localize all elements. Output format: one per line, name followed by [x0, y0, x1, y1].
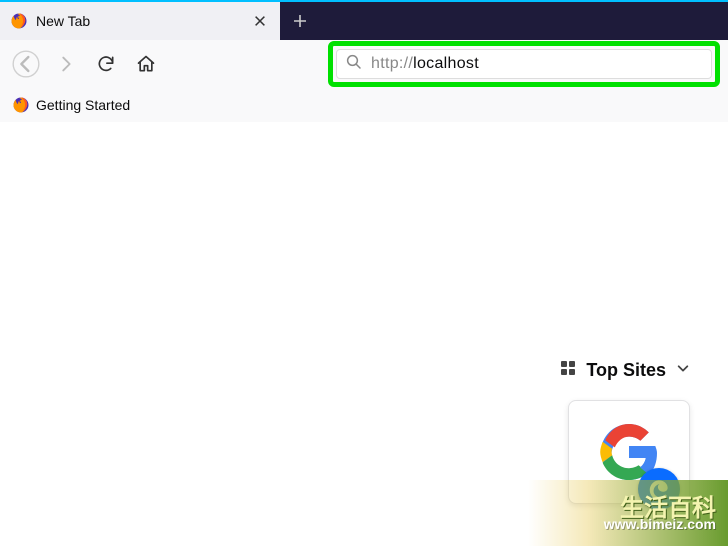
url-text: http://localhost: [371, 55, 479, 73]
tab-strip: New Tab: [0, 0, 728, 40]
forward-button[interactable]: [48, 46, 84, 82]
browser-tab[interactable]: New Tab: [0, 2, 280, 40]
watermark: 生活百科 www.bimeiz.com: [528, 480, 728, 546]
top-sites-label: Top Sites: [586, 360, 666, 381]
url-bar-highlight: http://localhost: [328, 41, 720, 87]
bookmark-label: Getting Started: [36, 97, 130, 113]
chevron-down-icon: [676, 361, 690, 380]
bookmarks-toolbar: Getting Started: [0, 88, 728, 122]
firefox-icon: [10, 12, 28, 30]
home-button[interactable]: [128, 46, 164, 82]
url-bar[interactable]: http://localhost: [336, 49, 712, 79]
search-icon: [345, 53, 363, 76]
reload-button[interactable]: [88, 46, 124, 82]
back-button[interactable]: [8, 46, 44, 82]
grid-icon: [560, 360, 576, 381]
close-tab-button[interactable]: [250, 11, 270, 31]
firefox-icon: [12, 96, 30, 114]
watermark-url: www.bimeiz.com: [604, 516, 716, 532]
new-tab-content: Top Sites 生活百科 www.bimeiz.com: [0, 122, 728, 546]
tab-title: New Tab: [36, 13, 250, 29]
bookmark-getting-started[interactable]: Getting Started: [12, 96, 130, 114]
navigation-toolbar: http://localhost: [0, 40, 728, 88]
new-tab-button[interactable]: [280, 2, 320, 40]
top-sites-header[interactable]: Top Sites: [560, 360, 690, 381]
